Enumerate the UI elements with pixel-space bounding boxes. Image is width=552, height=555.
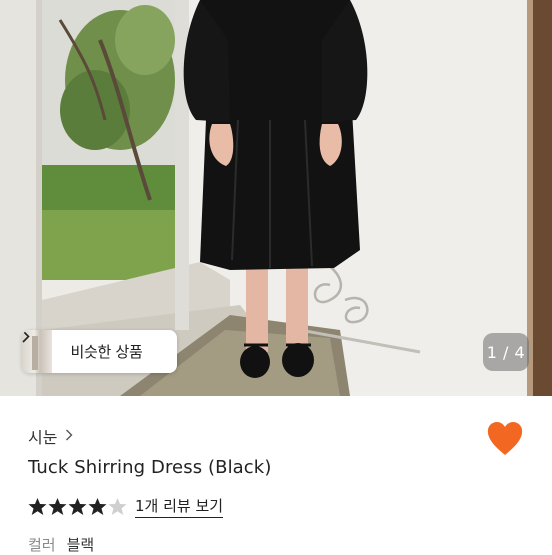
star-filled-icon [28, 498, 47, 515]
star-empty-icon [108, 498, 127, 515]
rating-stars [28, 497, 127, 516]
star-filled-icon [48, 498, 67, 515]
review-link[interactable]: 1개 리뷰 보기 [135, 495, 224, 518]
wishlist-heart-button[interactable] [486, 421, 524, 457]
shop-link[interactable]: 시눈 [28, 424, 73, 448]
star-filled-icon [88, 498, 107, 515]
product-title: Tuck Shirring Dress (Black) [28, 457, 272, 478]
heart-icon [487, 422, 523, 455]
star-filled-icon [68, 498, 87, 515]
rating-row: 1개 리뷰 보기 [28, 495, 224, 518]
similar-products-button[interactable]: 비슷한 상품 [22, 330, 177, 373]
product-image[interactable]: 비슷한 상품 1 / 4 [0, 0, 552, 396]
shop-name: 시눈 [28, 428, 58, 447]
chevron-right-icon [65, 427, 73, 445]
image-counter: 1 / 4 [483, 333, 529, 371]
similar-products-label: 비슷한 상품 [70, 343, 143, 361]
